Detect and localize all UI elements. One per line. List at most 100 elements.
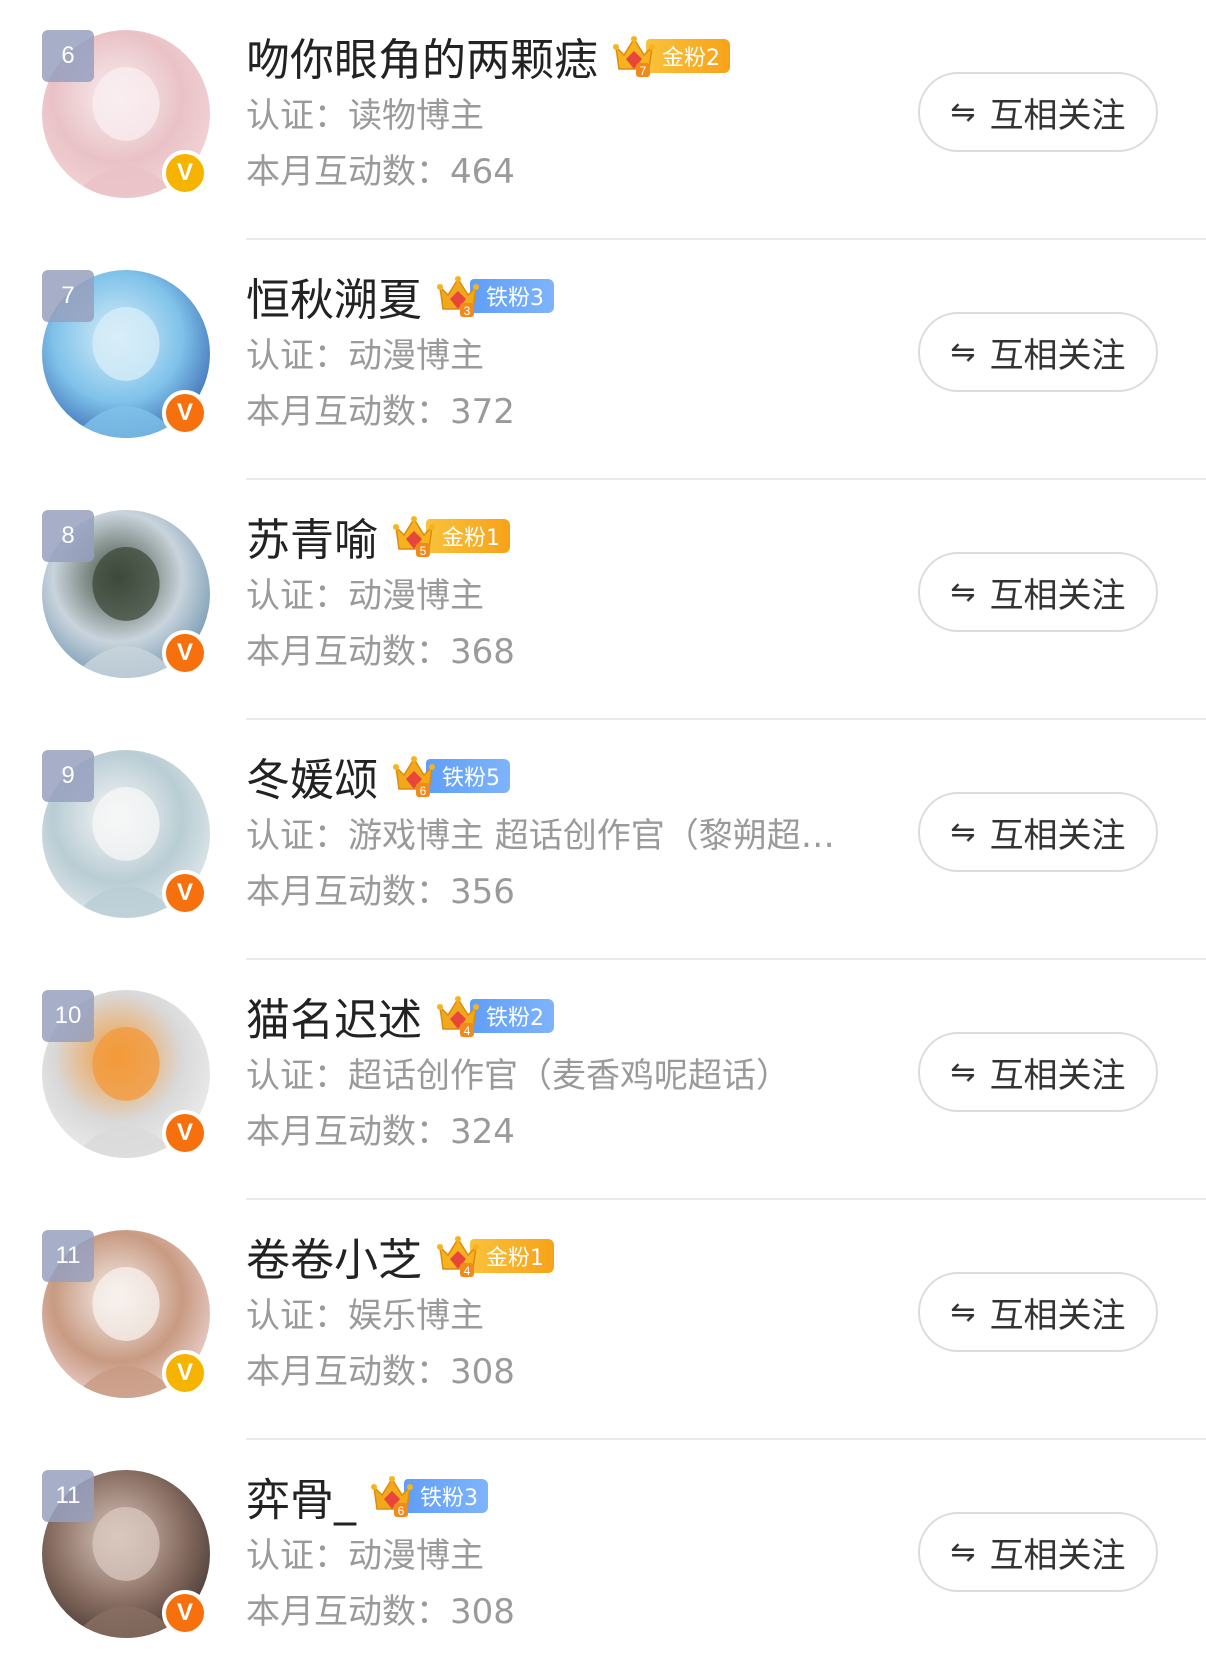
interact-prefix: 本月互动数：: [246, 632, 450, 672]
follow-button-label: 互相关注: [989, 815, 1126, 856]
verified-icon: V: [162, 1350, 208, 1396]
follow-button-label: 互相关注: [989, 1295, 1126, 1336]
interact-prefix: 本月互动数：: [246, 1352, 450, 1392]
crown-icon: 5: [392, 513, 436, 559]
fan-badge-label: 铁粉2: [470, 999, 554, 1033]
fan-badge: 4 金粉1: [436, 1236, 554, 1278]
certification: 认证：动漫博主: [246, 568, 484, 617]
crown-level: 7: [640, 64, 647, 78]
cert-value: 动漫博主: [348, 1536, 484, 1576]
cert-value: 动漫博主: [348, 576, 484, 616]
interact-prefix: 本月互动数：: [246, 1112, 450, 1152]
list-item[interactable]: 11 V 弈骨_ 6 铁粉3 认证：动漫博主 本月互动数：308 ⇋ 互相关注: [0, 1440, 1206, 1673]
cert-value: 游戏博主 超话创作官（黎朔超…: [348, 816, 835, 856]
follow-button-label: 互相关注: [989, 575, 1126, 616]
crown-icon: 4: [436, 1233, 480, 1279]
follow-button-label: 互相关注: [989, 335, 1126, 376]
verified-icon: V: [162, 150, 208, 196]
crown-icon: 4: [436, 993, 480, 1039]
cert-prefix: 认证：: [246, 816, 348, 856]
interact-count: 464: [450, 152, 515, 192]
certification: 认证：超话创作官（麦香鸡呢超话）: [246, 1048, 790, 1097]
list-item[interactable]: 6 V 吻你眼角的两颗痣 7 金粉2 认证：读物博主 本月互动数：464 ⇋ 互…: [0, 0, 1206, 240]
rank-badge: 10: [42, 990, 94, 1042]
rank-badge: 9: [42, 750, 94, 802]
interact-count: 372: [450, 392, 515, 432]
swap-icon: ⇋: [950, 1534, 976, 1570]
swap-icon: ⇋: [950, 94, 976, 130]
fan-badge-label: 铁粉3: [404, 1479, 488, 1513]
fan-badge-label: 铁粉5: [426, 759, 510, 793]
mutual-follow-button[interactable]: ⇋ 互相关注: [918, 1512, 1158, 1592]
cert-prefix: 认证：: [246, 336, 348, 376]
interact-prefix: 本月互动数：: [246, 152, 450, 192]
fan-badge-label: 铁粉3: [470, 279, 554, 313]
certification: 认证：动漫博主: [246, 328, 484, 377]
crown-level: 6: [398, 1504, 405, 1518]
interact-prefix: 本月互动数：: [246, 392, 450, 432]
swap-icon: ⇋: [950, 814, 976, 850]
fan-badge-label: 金粉1: [426, 519, 510, 553]
mutual-follow-button[interactable]: ⇋ 互相关注: [918, 1032, 1158, 1112]
list-item[interactable]: 9 V 冬媛颂 6 铁粉5 认证：游戏博主 超话创作官（黎朔超… 本月互动数：3…: [0, 720, 1206, 960]
rank-badge: 7: [42, 270, 94, 322]
fan-badge: 7 金粉2: [612, 36, 730, 78]
user-name[interactable]: 猫名迟述: [246, 984, 422, 1048]
swap-icon: ⇋: [950, 334, 976, 370]
monthly-interactions: 本月互动数：324: [246, 1104, 515, 1153]
list-item[interactable]: 8 V 苏青喻 5 金粉1 认证：动漫博主 本月互动数：368 ⇋ 互相关注: [0, 480, 1206, 720]
crown-level: 6: [420, 784, 427, 798]
crown-icon: 7: [612, 33, 656, 79]
mutual-follow-button[interactable]: ⇋ 互相关注: [918, 552, 1158, 632]
verified-icon: V: [162, 1110, 208, 1156]
monthly-interactions: 本月互动数：464: [246, 144, 515, 193]
mutual-follow-button[interactable]: ⇋ 互相关注: [918, 72, 1158, 152]
list-item[interactable]: 7 V 恒秋溯夏 3 铁粉3 认证：动漫博主 本月互动数：372 ⇋ 互相关注: [0, 240, 1206, 480]
follow-button-label: 互相关注: [989, 1535, 1126, 1576]
crown-level: 5: [420, 544, 427, 558]
crown-level: 4: [464, 1024, 471, 1038]
interact-prefix: 本月互动数：: [246, 1592, 450, 1632]
rank-badge: 8: [42, 510, 94, 562]
verified-icon: V: [162, 390, 208, 436]
follow-button-label: 互相关注: [989, 1055, 1126, 1096]
fan-badge: 4 铁粉2: [436, 996, 554, 1038]
interact-count: 368: [450, 632, 515, 672]
fan-badge: 5 金粉1: [392, 516, 510, 558]
cert-value: 动漫博主: [348, 336, 484, 376]
fan-badge-label: 金粉1: [470, 1239, 554, 1273]
crown-level: 4: [464, 1264, 471, 1278]
cert-value: 娱乐博主: [348, 1296, 484, 1336]
mutual-follow-button[interactable]: ⇋ 互相关注: [918, 792, 1158, 872]
user-name[interactable]: 吻你眼角的两颗痣: [246, 24, 598, 88]
swap-icon: ⇋: [950, 574, 976, 610]
interact-count: 324: [450, 1112, 515, 1152]
cert-prefix: 认证：: [246, 1536, 348, 1576]
swap-icon: ⇋: [950, 1054, 976, 1090]
crown-icon: 6: [392, 753, 436, 799]
monthly-interactions: 本月互动数：308: [246, 1584, 515, 1633]
verified-icon: V: [162, 1590, 208, 1636]
list-item[interactable]: 11 V 卷卷小芝 4 金粉1 认证：娱乐博主 本月互动数：308 ⇋ 互相关注: [0, 1200, 1206, 1440]
fan-badge-label: 金粉2: [646, 39, 730, 73]
user-name[interactable]: 弈骨_: [246, 1464, 356, 1528]
cert-prefix: 认证：: [246, 96, 348, 136]
mutual-follow-list: 6 V 吻你眼角的两颗痣 7 金粉2 认证：读物博主 本月互动数：464 ⇋ 互…: [0, 0, 1206, 1673]
monthly-interactions: 本月互动数：368: [246, 624, 515, 673]
interact-count: 308: [450, 1592, 515, 1632]
cert-prefix: 认证：: [246, 1296, 348, 1336]
user-name[interactable]: 卷卷小芝: [246, 1224, 422, 1288]
interact-prefix: 本月互动数：: [246, 872, 450, 912]
mutual-follow-button[interactable]: ⇋ 互相关注: [918, 312, 1158, 392]
rank-badge: 11: [42, 1230, 94, 1282]
crown-icon: 3: [436, 273, 480, 319]
list-item[interactable]: 10 V 猫名迟述 4 铁粉2 认证：超话创作官（麦香鸡呢超话） 本月互动数：3…: [0, 960, 1206, 1200]
mutual-follow-button[interactable]: ⇋ 互相关注: [918, 1272, 1158, 1352]
rank-badge: 6: [42, 30, 94, 82]
user-name[interactable]: 苏青喻: [246, 504, 378, 568]
certification: 认证：动漫博主: [246, 1528, 484, 1577]
user-name[interactable]: 冬媛颂: [246, 744, 378, 808]
user-name[interactable]: 恒秋溯夏: [246, 264, 422, 328]
certification: 认证：娱乐博主: [246, 1288, 484, 1337]
certification: 认证：读物博主: [246, 88, 484, 137]
